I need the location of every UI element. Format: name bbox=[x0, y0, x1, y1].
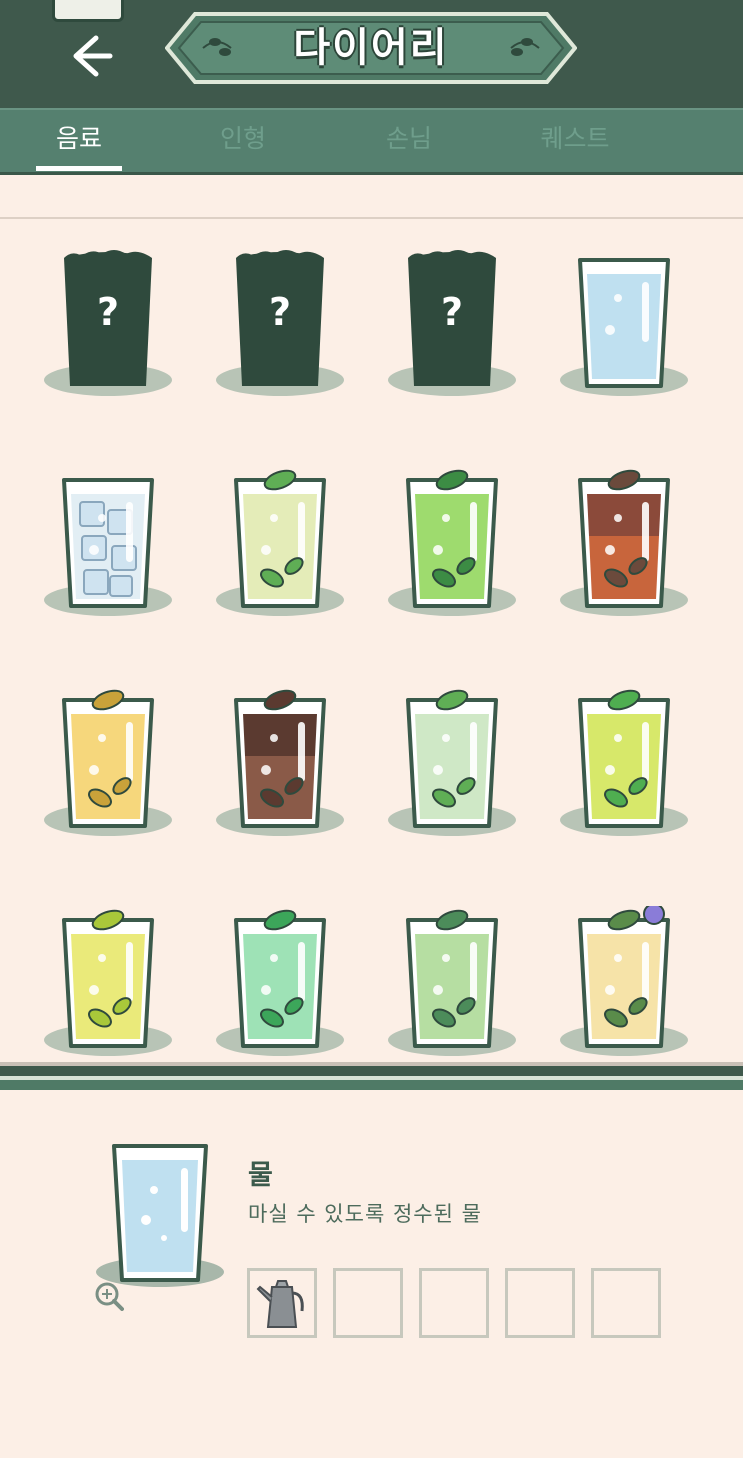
back-arrow-icon[interactable] bbox=[62, 28, 118, 84]
drink-slot-lime-mint[interactable] bbox=[214, 466, 354, 666]
tab-bar: 음료 인형 손님 퀘스트 bbox=[0, 108, 743, 175]
tab-guests[interactable]: 손님 bbox=[366, 110, 452, 172]
drink-glass-icon bbox=[44, 478, 172, 616]
locked-cup-icon bbox=[44, 250, 172, 396]
drink-slot-green-mint[interactable] bbox=[386, 466, 526, 666]
drink-glass-icon bbox=[560, 258, 688, 396]
top-bar: 다이어리 bbox=[0, 0, 743, 108]
tab-dolls[interactable]: 인형 bbox=[200, 110, 286, 172]
drink-slot-orange-brown[interactable] bbox=[558, 466, 698, 666]
drink-slot-water[interactable] bbox=[558, 246, 698, 446]
divider bbox=[0, 217, 743, 219]
magnify-icon[interactable] bbox=[94, 1281, 124, 1311]
drink-glass-icon bbox=[44, 689, 172, 836]
unknown-drink-mark: ? bbox=[268, 290, 292, 334]
drink-glass-icon bbox=[560, 689, 688, 836]
app-logo-icon bbox=[52, 0, 124, 22]
selected-drink-image bbox=[96, 1144, 224, 1287]
ingredient-slot-5[interactable] bbox=[591, 1268, 661, 1338]
unknown-drink-mark: ? bbox=[440, 290, 464, 334]
locked-drink-slot[interactable]: ? bbox=[214, 246, 354, 446]
drink-glass-icon bbox=[560, 469, 688, 616]
panel-divider bbox=[0, 1062, 743, 1090]
locked-cup-icon bbox=[388, 250, 516, 396]
page-title: 다이어리 bbox=[293, 25, 449, 71]
drink-name: 물 bbox=[248, 1160, 273, 1191]
drink-description: 마실 수 있도록 정수된 물 bbox=[248, 1202, 482, 1226]
kettle-icon bbox=[256, 1280, 304, 1328]
drink-slot-yellow-green[interactable] bbox=[558, 686, 698, 886]
drink-slot-pale-green[interactable] bbox=[386, 686, 526, 886]
ingredient-slot-2[interactable] bbox=[333, 1268, 403, 1338]
drink-slot-ice[interactable] bbox=[42, 466, 182, 666]
drink-glass-icon bbox=[216, 469, 344, 616]
drink-glass-icon bbox=[388, 689, 516, 836]
locked-drink-slot[interactable]: ? bbox=[386, 246, 526, 446]
ingredient-slot-1[interactable] bbox=[247, 1268, 317, 1338]
locked-cup-icon bbox=[216, 250, 344, 396]
drink-collection-grid: ??? bbox=[0, 220, 743, 1062]
drink-slot-brown-drink[interactable] bbox=[214, 686, 354, 886]
ingredient-slot-3[interactable] bbox=[419, 1268, 489, 1338]
locked-drink-slot[interactable]: ? bbox=[42, 246, 182, 446]
unknown-drink-mark: ? bbox=[96, 290, 120, 334]
tab-drinks[interactable]: 음료 bbox=[36, 110, 122, 172]
drink-glass-icon bbox=[216, 689, 344, 836]
tab-quests[interactable]: 퀘스트 bbox=[520, 110, 630, 172]
ingredient-slot-4[interactable] bbox=[505, 1268, 575, 1338]
active-tab-indicator bbox=[36, 166, 122, 171]
drink-slot-yellow-leaf[interactable] bbox=[42, 686, 182, 886]
drink-glass-icon bbox=[388, 469, 516, 616]
